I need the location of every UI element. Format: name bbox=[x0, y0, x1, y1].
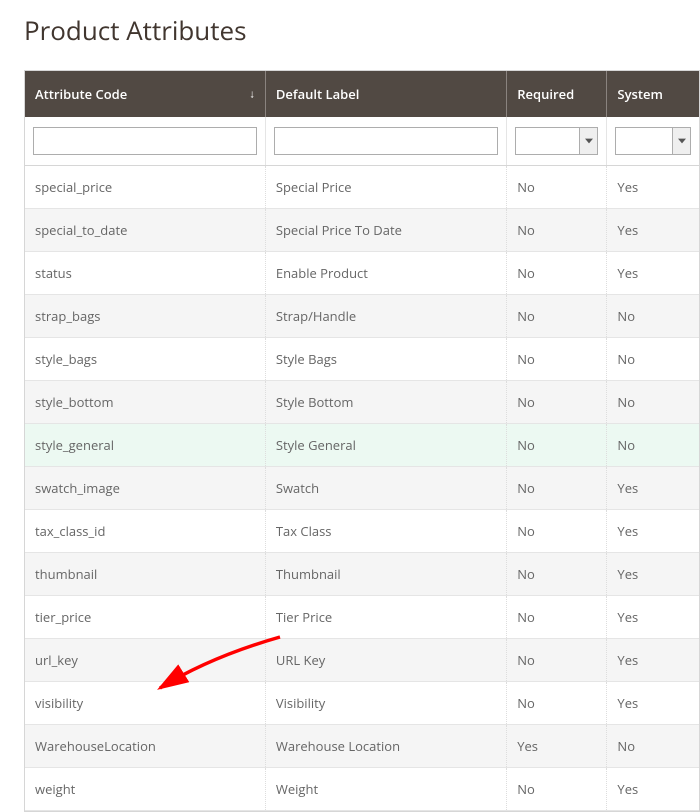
table-row[interactable]: url_keyURL KeyNoYes bbox=[25, 639, 699, 682]
cell-required: No bbox=[507, 424, 607, 467]
cell-label: Strap/Handle bbox=[265, 295, 506, 338]
cell-required: No bbox=[507, 295, 607, 338]
column-header-label: Required bbox=[517, 85, 574, 103]
cell-code: swatch_image bbox=[25, 467, 265, 510]
table-row[interactable]: style_bagsStyle BagsNoNo bbox=[25, 338, 699, 381]
cell-code: visibility bbox=[25, 682, 265, 725]
cell-system: Yes bbox=[607, 768, 699, 811]
cell-system: Yes bbox=[607, 639, 699, 682]
cell-required: No bbox=[507, 252, 607, 295]
cell-label: Visibility bbox=[265, 682, 506, 725]
column-header-required[interactable]: Required bbox=[507, 71, 607, 117]
cell-system: Yes bbox=[607, 553, 699, 596]
cell-label: Thumbnail bbox=[265, 553, 506, 596]
cell-label: Tax Class bbox=[265, 510, 506, 553]
cell-label: Style General bbox=[265, 424, 506, 467]
table-row[interactable]: visibilityVisibilityNoYes bbox=[25, 682, 699, 725]
cell-code: weight bbox=[25, 768, 265, 811]
cell-label: Warehouse Location bbox=[265, 725, 506, 768]
cell-system: No bbox=[607, 381, 699, 424]
cell-label: Special Price bbox=[265, 166, 506, 209]
column-header-attribute-code[interactable]: Attribute Code ↓ bbox=[25, 71, 265, 117]
table-row[interactable]: tier_priceTier PriceNoYes bbox=[25, 596, 699, 639]
cell-system: Yes bbox=[607, 209, 699, 252]
cell-required: No bbox=[507, 596, 607, 639]
cell-label: Swatch bbox=[265, 467, 506, 510]
filter-system-select[interactable] bbox=[615, 127, 691, 155]
table-row[interactable]: tax_class_idTax ClassNoYes bbox=[25, 510, 699, 553]
cell-required: No bbox=[507, 682, 607, 725]
cell-label: Style Bags bbox=[265, 338, 506, 381]
cell-system: No bbox=[607, 424, 699, 467]
cell-required: No bbox=[507, 209, 607, 252]
cell-code: tier_price bbox=[25, 596, 265, 639]
cell-required: No bbox=[507, 639, 607, 682]
page-title: Product Attributes bbox=[24, 12, 700, 48]
cell-code: style_bottom bbox=[25, 381, 265, 424]
cell-label: Enable Product bbox=[265, 252, 506, 295]
table-row[interactable]: WarehouseLocationWarehouse LocationYesNo bbox=[25, 725, 699, 768]
cell-system: Yes bbox=[607, 467, 699, 510]
cell-system: No bbox=[607, 295, 699, 338]
column-header-label: System bbox=[617, 85, 662, 103]
filter-default-label-input[interactable] bbox=[274, 127, 498, 155]
cell-required: Yes bbox=[507, 725, 607, 768]
filter-row bbox=[25, 117, 699, 166]
cell-required: No bbox=[507, 166, 607, 209]
cell-required: No bbox=[507, 553, 607, 596]
cell-system: Yes bbox=[607, 510, 699, 553]
cell-label: Special Price To Date bbox=[265, 209, 506, 252]
cell-code: style_bags bbox=[25, 338, 265, 381]
table-row[interactable]: swatch_imageSwatchNoYes bbox=[25, 467, 699, 510]
cell-system: No bbox=[607, 338, 699, 381]
table-row[interactable]: special_to_dateSpecial Price To DateNoYe… bbox=[25, 209, 699, 252]
column-header-label: Default Label bbox=[276, 85, 359, 103]
cell-required: No bbox=[507, 467, 607, 510]
filter-attribute-code-input[interactable] bbox=[33, 127, 257, 155]
column-header-default-label[interactable]: Default Label bbox=[265, 71, 506, 117]
cell-required: No bbox=[507, 768, 607, 811]
cell-code: tax_class_id bbox=[25, 510, 265, 553]
cell-label: Weight bbox=[265, 768, 506, 811]
cell-system: Yes bbox=[607, 252, 699, 295]
column-header-label: Attribute Code bbox=[35, 85, 127, 103]
table-row[interactable]: style_generalStyle GeneralNoNo bbox=[25, 424, 699, 467]
cell-code: url_key bbox=[25, 639, 265, 682]
cell-code: special_price bbox=[25, 166, 265, 209]
table-row[interactable]: special_priceSpecial PriceNoYes bbox=[25, 166, 699, 209]
column-header-system[interactable]: System bbox=[607, 71, 699, 117]
cell-required: No bbox=[507, 381, 607, 424]
attributes-grid: Attribute Code ↓ Default Label Required … bbox=[24, 70, 700, 812]
sort-descending-icon: ↓ bbox=[249, 87, 255, 102]
table-row[interactable]: thumbnailThumbnailNoYes bbox=[25, 553, 699, 596]
cell-system: Yes bbox=[607, 682, 699, 725]
cell-label: Style Bottom bbox=[265, 381, 506, 424]
cell-system: Yes bbox=[607, 596, 699, 639]
cell-required: No bbox=[507, 338, 607, 381]
cell-code: status bbox=[25, 252, 265, 295]
table-row[interactable]: statusEnable ProductNoYes bbox=[25, 252, 699, 295]
table-row[interactable]: strap_bagsStrap/HandleNoNo bbox=[25, 295, 699, 338]
filter-required-select[interactable] bbox=[515, 127, 598, 155]
cell-label: Tier Price bbox=[265, 596, 506, 639]
cell-code: WarehouseLocation bbox=[25, 725, 265, 768]
cell-system: No bbox=[607, 725, 699, 768]
table-row[interactable]: style_bottomStyle BottomNoNo bbox=[25, 381, 699, 424]
cell-code: style_general bbox=[25, 424, 265, 467]
cell-label: URL Key bbox=[265, 639, 506, 682]
cell-system: Yes bbox=[607, 166, 699, 209]
cell-required: No bbox=[507, 510, 607, 553]
cell-code: thumbnail bbox=[25, 553, 265, 596]
table-row[interactable]: weightWeightNoYes bbox=[25, 768, 699, 811]
cell-code: strap_bags bbox=[25, 295, 265, 338]
cell-code: special_to_date bbox=[25, 209, 265, 252]
